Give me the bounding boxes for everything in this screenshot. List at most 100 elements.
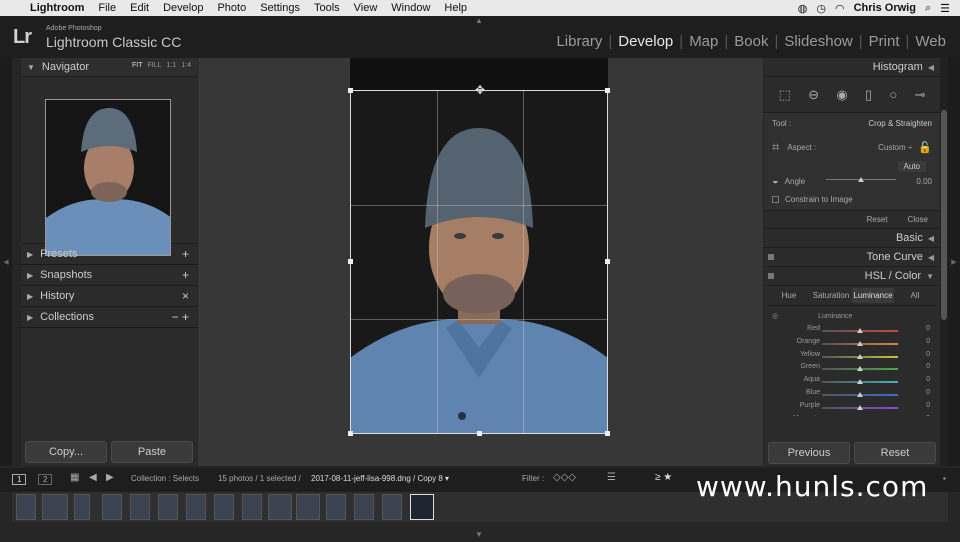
tab-luminance[interactable]: Luminance [852,288,894,303]
filmstrip-thumbnail[interactable] [130,494,150,520]
hsl-row-yellow[interactable]: Yellow 0 [764,351,940,363]
hsl-row-purple[interactable]: Purple 0 [764,402,940,414]
module-slideshow[interactable]: Slideshow [778,33,858,50]
menu-develop[interactable]: Develop [163,2,203,14]
module-book[interactable]: Book [728,33,774,50]
basic-header[interactable]: Basic ◀ [764,229,940,248]
red-eye-icon[interactable]: ◉ [836,87,847,103]
user-name[interactable]: Chris Orwig [854,2,916,14]
filmstrip-thumbnail[interactable] [158,494,178,520]
hsl-slider-knob[interactable] [857,353,863,359]
rating-filter-icon[interactable]: ≥ ★ [655,472,672,483]
menu-window[interactable]: Window [391,2,430,14]
crop-handle-left[interactable] [348,259,353,264]
hsl-row-value[interactable]: 0 [926,351,930,358]
filmstrip-thumbnail[interactable] [42,494,68,520]
crop-frame-icon[interactable]: ⌗ [772,139,779,155]
navigator-preview[interactable] [21,77,197,256]
crop-handle-top-left[interactable] [348,88,353,93]
crop-reset-button[interactable]: Reset [867,215,888,224]
hsl-row-green[interactable]: Green 0 [764,363,940,375]
previous-button[interactable]: Previous [768,442,850,464]
hsl-row-orange[interactable]: Orange 0 [764,338,940,350]
crop-handle-right[interactable] [605,259,610,264]
wifi-icon[interactable]: ◠ [835,2,845,15]
hsl-row-value[interactable]: 0 [926,338,930,345]
search-icon[interactable]: ⌕ [925,2,931,15]
menu-settings[interactable]: Settings [260,2,300,14]
graduated-filter-icon[interactable]: ▯ [865,87,872,103]
tab-all[interactable]: All [894,291,936,300]
hsl-row-aqua[interactable]: Aqua 0 [764,376,940,388]
filmstrip-thumbnail[interactable] [354,494,374,520]
hsl-slider-knob[interactable] [857,366,863,372]
histogram-header[interactable]: Histogram ◀ [764,58,940,77]
grid-view-icon[interactable]: ▦ [70,472,79,483]
zoom-fill[interactable]: FILL [148,62,162,69]
crop-handle-bottom-left[interactable] [348,431,353,436]
filmstrip-switch-icon[interactable]: ▪ [943,474,946,483]
hsl-row-blue[interactable]: Blue 0 [764,389,940,401]
add-snapshot-button[interactable]: + [182,268,189,282]
scrollbar-thumb[interactable] [941,110,947,320]
module-map[interactable]: Map [683,33,724,50]
flag-filter-icon[interactable]: ◇◇◇ [553,472,576,483]
secondary-window-button[interactable]: 2 [38,474,53,485]
filmstrip-thumbnail[interactable] [214,494,234,520]
collections-section[interactable]: ▶ Collections − + [21,307,197,328]
primary-window-button[interactable]: 1 [12,474,27,485]
filmstrip-thumbnail[interactable] [268,494,292,520]
back-arrow-icon[interactable]: ◀ [89,472,97,483]
filmstrip-thumbnail[interactable] [242,494,262,520]
add-preset-button[interactable]: + [182,247,189,261]
hsl-slider-knob[interactable] [857,392,863,397]
module-library[interactable]: Library [550,33,608,50]
filename-menu[interactable]: 2017-08-11-jeff-lisa-998.dng / Copy 8 ▾ [311,474,449,483]
angle-value[interactable]: 0.00 [916,177,932,186]
navigator-header[interactable]: ▼ Navigator FIT FILL 1:1 1:4 [21,58,197,77]
hsl-slider-knob[interactable] [857,328,863,333]
menu-edit[interactable]: Edit [130,2,149,14]
hsl-slider-knob[interactable] [857,340,863,346]
crop-handle-bottom[interactable] [477,431,482,436]
hsl-row-value[interactable]: 0 [926,325,930,332]
crop-overlay[interactable] [348,88,610,436]
hsl-row-value[interactable]: 0 [926,415,930,416]
menu-file[interactable]: File [98,2,116,14]
collection-source[interactable]: Collection : Selects [131,474,199,483]
straighten-tool-icon[interactable]: ◒ [772,175,779,187]
crop-tool-icon[interactable]: ⬚ [779,87,791,103]
label-filter-icon[interactable]: ☰ [607,472,616,483]
collapse-bottom-icon[interactable]: ▼ [475,530,483,539]
collapse-top-icon[interactable]: ▲ [475,16,483,25]
hsl-row-value[interactable]: 0 [926,389,930,396]
filmstrip-thumbnail[interactable] [186,494,206,520]
hsl-slider-knob[interactable] [857,379,863,385]
zoom-fit[interactable]: FIT [132,62,143,69]
right-panel-toggle[interactable]: ▶ [948,58,960,466]
tab-saturation[interactable]: Saturation [810,291,852,300]
menu-tools[interactable]: Tools [314,2,340,14]
module-web[interactable]: Web [909,33,952,50]
hsl-row-value[interactable]: 0 [926,402,930,409]
hsl-row-red[interactable]: Red 0 [764,325,940,337]
forward-arrow-icon[interactable]: ▶ [106,472,114,483]
crop-close-button[interactable]: Close [908,215,928,224]
hsl-row-value[interactable]: 0 [926,363,930,370]
target-adjust-icon[interactable]: ◎ [772,312,778,320]
clear-history-button[interactable]: × [182,289,189,303]
menu-photo[interactable]: Photo [217,2,246,14]
menu-view[interactable]: View [354,2,378,14]
angle-slider-knob[interactable] [858,177,864,182]
sync-icon[interactable]: ◷ [816,2,826,15]
constrain-checkbox[interactable] [772,196,779,203]
creative-cloud-icon[interactable]: ◍ [798,2,808,15]
left-panel-toggle[interactable]: ◀ [0,58,12,466]
panel-switch-icon[interactable] [768,254,774,260]
snapshots-section[interactable]: ▶ Snapshots + [21,265,197,286]
collections-actions-button[interactable]: − + [172,310,189,324]
hsl-slider-knob[interactable] [857,404,863,410]
presets-section[interactable]: ▶ Presets + [21,244,197,265]
filmstrip-thumbnail[interactable] [326,494,346,520]
zoom-1-4[interactable]: 1:4 [181,62,191,69]
